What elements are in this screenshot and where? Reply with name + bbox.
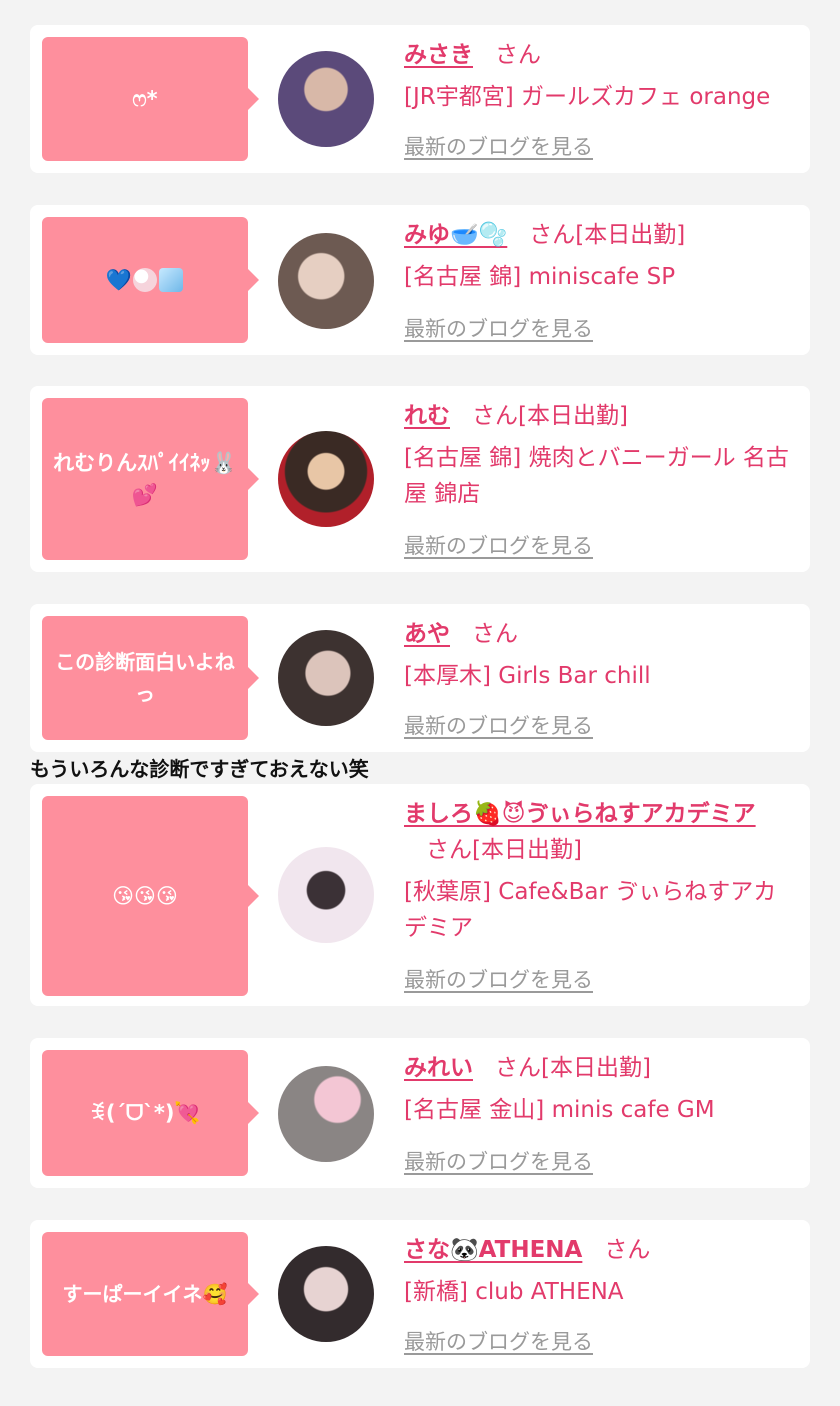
- bubbles-icon: [133, 268, 158, 292]
- cast-name-link[interactable]: れむ: [404, 403, 450, 429]
- message-card: すーぱーイイネ🥰 さな🐼ATHENA さん [新橋] club ATHENA 最新…: [30, 1220, 810, 1368]
- honorific: さん: [604, 1237, 651, 1263]
- message-card: ꉂ(ˊᗜˋ*)💘 みれい さん[本日出勤] [名古屋 金山] minis cafe…: [30, 1038, 810, 1188]
- cast-info: みゆ🥣🫧 さん[本日出勤] [名古屋 錦] miniscafe SP: [404, 217, 792, 295]
- shop-name: [本厚木] Girls Bar chill: [404, 663, 651, 689]
- message-bubble: すーぱーイイネ🥰: [42, 1232, 259, 1356]
- message-text: ෆ*: [132, 87, 158, 111]
- latest-blog-link[interactable]: 最新のブログを見る: [404, 131, 593, 161]
- latest-blog-link[interactable]: 最新のブログを見る: [404, 710, 593, 740]
- cast-name-link[interactable]: みさき: [404, 42, 473, 68]
- shop-name: [秋葉原] Cafe&Bar ゔぃらねすアカデミア: [404, 879, 777, 941]
- status-badge: [本日出勤]: [518, 403, 628, 429]
- cast-info: れむ さん[本日出勤] [名古屋 錦] 焼肉とバニーガール 名古屋 錦店: [404, 398, 792, 512]
- honorific: さん: [495, 42, 541, 68]
- honorific: さん: [426, 837, 472, 863]
- message-bubble: この診断面白いよねっ: [42, 616, 259, 740]
- message-card: 💙 みゆ🥣🫧 さん[本日出勤] [名古屋 錦] miniscafe SP 最新のブ…: [30, 205, 810, 355]
- shop-name: [新橋] club ATHENA: [404, 1279, 624, 1305]
- avatar[interactable]: [278, 51, 374, 147]
- latest-blog-link[interactable]: 最新のブログを見る: [404, 530, 593, 560]
- message-bubble: 💙: [42, 217, 259, 343]
- message-bubble: 😘😘😘: [42, 796, 259, 996]
- cast-name-link[interactable]: あや: [404, 621, 450, 647]
- honorific: さん: [472, 403, 518, 429]
- page: ෆ* みさき さん [JR宇都宮] ガールズカフェ orange 最新のブログを見…: [0, 0, 840, 1406]
- shop-name: [名古屋 錦] miniscafe SP: [404, 264, 676, 290]
- shop-name: [JR宇都宮] ガールズカフェ orange: [404, 84, 771, 110]
- message-text: この診断面白いよねっ: [55, 650, 235, 706]
- status-badge: [本日出勤]: [472, 837, 582, 863]
- cast-name-link[interactable]: さな🐼ATHENA: [404, 1237, 582, 1263]
- cast-name-link[interactable]: ましろ🍓😈ゔぃらねすアカデミア: [404, 801, 756, 827]
- message-card: 😘😘😘 ましろ🍓😈ゔぃらねすアカデミアさん[本日出勤] [秋葉原] Cafe&B…: [30, 784, 810, 1006]
- message-card: この診断面白いよねっ あや さん [本厚木] Girls Bar chill 最新…: [30, 604, 810, 752]
- message-bubble: ꉂ(ˊᗜˋ*)💘: [42, 1050, 259, 1176]
- honorific: さん: [472, 621, 518, 647]
- message-text: ꉂ(ˊᗜˋ*)💘: [89, 1101, 201, 1125]
- avatar[interactable]: [278, 1066, 374, 1162]
- message-card: ෆ* みさき さん [JR宇都宮] ガールズカフェ orange 最新のブログを見…: [30, 25, 810, 173]
- cast-info: みれい さん[本日出勤] [名古屋 金山] minis cafe GM: [404, 1050, 792, 1128]
- avatar[interactable]: [278, 1246, 374, 1342]
- cast-info: あや さん [本厚木] Girls Bar chill: [404, 616, 792, 694]
- latest-blog-link[interactable]: 最新のブログを見る: [404, 964, 593, 994]
- message-text: 💙: [105, 268, 133, 292]
- message-text: れむりんｽﾊﾟｲｲﾈｯ🐰💕: [53, 451, 237, 507]
- ice-icon: [159, 268, 184, 292]
- honorific: さん: [495, 1055, 541, 1081]
- message-text: すーぱーイイネ🥰: [62, 1282, 228, 1306]
- latest-blog-link[interactable]: 最新のブログを見る: [404, 313, 593, 343]
- latest-blog-link[interactable]: 最新のブログを見る: [404, 1326, 593, 1356]
- cast-name-link[interactable]: みれい: [404, 1055, 473, 1081]
- avatar[interactable]: [278, 630, 374, 726]
- cast-info: さな🐼ATHENA さん [新橋] club ATHENA: [404, 1232, 792, 1310]
- latest-blog-link[interactable]: 最新のブログを見る: [404, 1146, 593, 1176]
- caption-text: もういろんな診断ですぎておえない笑: [30, 757, 369, 781]
- cast-name-link[interactable]: みゆ🥣🫧: [404, 222, 507, 248]
- status-badge: [本日出勤]: [575, 222, 686, 248]
- message-bubble: れむりんｽﾊﾟｲｲﾈｯ🐰💕: [42, 398, 259, 560]
- message-card: れむりんｽﾊﾟｲｲﾈｯ🐰💕 れむ さん[本日出勤] [名古屋 錦] 焼肉とバニーガ…: [30, 386, 810, 572]
- cast-info: みさき さん [JR宇都宮] ガールズカフェ orange: [404, 37, 792, 115]
- shop-name: [名古屋 錦] 焼肉とバニーガール 名古屋 錦店: [404, 445, 789, 507]
- avatar[interactable]: [278, 847, 374, 943]
- shop-name: [名古屋 金山] minis cafe GM: [404, 1097, 715, 1123]
- honorific: さん: [529, 222, 576, 248]
- status-badge: [本日出勤]: [541, 1055, 651, 1081]
- message-bubble: ෆ*: [42, 37, 259, 161]
- cast-info: ましろ🍓😈ゔぃらねすアカデミアさん[本日出勤] [秋葉原] Cafe&Bar ゔ…: [404, 796, 792, 946]
- avatar[interactable]: [278, 233, 374, 329]
- message-text: 😘😘😘: [112, 884, 178, 908]
- avatar[interactable]: [278, 431, 374, 527]
